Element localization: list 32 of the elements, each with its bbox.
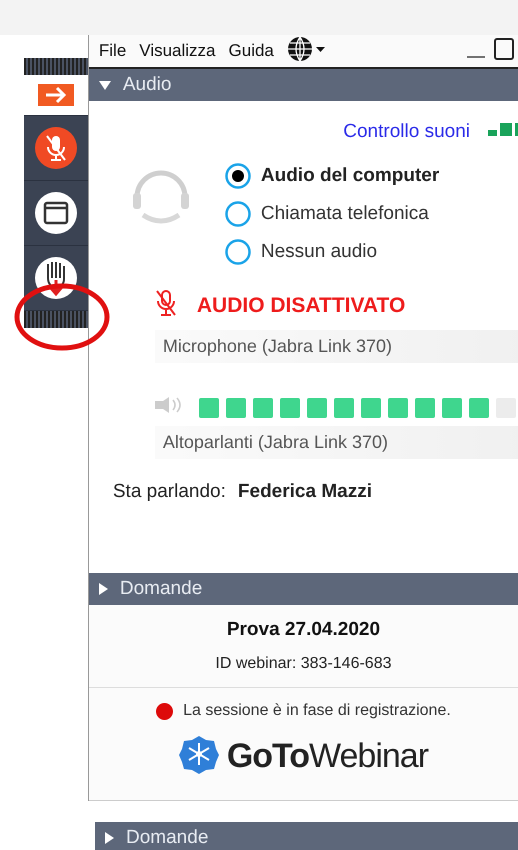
toolbar-grip[interactable]: [24, 311, 88, 328]
radio-button[interactable]: [224, 201, 251, 227]
raised-hand-icon: [34, 256, 78, 300]
recording-status: La sessione è in fase di registrazione.: [183, 702, 451, 720]
audio-muted-status: AUDIO DISATTIVATO: [196, 294, 406, 318]
section-header[interactable]: Domande: [88, 573, 518, 605]
radio-option[interactable]: Chiamata telefonica: [224, 201, 440, 227]
radio-button[interactable]: [224, 239, 251, 265]
radio-button[interactable]: [224, 163, 251, 189]
radio-option[interactable]: Nessun audio: [224, 239, 440, 265]
product-logo: GoToWebinar: [226, 737, 428, 776]
toolbar-grip[interactable]: [24, 58, 88, 75]
speaker-selector[interactable]: Altoparlanti (Jabra Link 370): [154, 426, 518, 459]
menu-item[interactable]: File: [98, 41, 126, 61]
speaker-name: Federica Mazzi: [238, 481, 372, 503]
speaking-label: Sta parlando:: [112, 481, 226, 503]
menu-item[interactable]: Visualizza: [139, 41, 216, 61]
section-header[interactable]: Audio: [88, 69, 518, 101]
collapse-triangle-icon: [98, 80, 111, 90]
menu-item[interactable]: Guida: [228, 41, 274, 61]
expand-triangle-icon: [105, 832, 114, 844]
muted-microphone-icon: [34, 126, 78, 170]
sound-check-link[interactable]: Controllo suoni: [343, 121, 470, 143]
toolbar-button[interactable]: [24, 75, 88, 116]
radio-option[interactable]: Audio del computer: [224, 163, 440, 189]
microphone-selector[interactable]: Microphone (Jabra Link 370): [154, 330, 518, 363]
section-header[interactable]: Domande: [95, 822, 518, 850]
webinar-title: Prova 27.04.2020: [226, 619, 380, 641]
webinar-id: ID webinar: 383-146-683: [215, 655, 392, 673]
expand-triangle-icon: [98, 583, 108, 595]
recording-dot-icon: [156, 702, 174, 720]
window-icon: [34, 191, 78, 235]
